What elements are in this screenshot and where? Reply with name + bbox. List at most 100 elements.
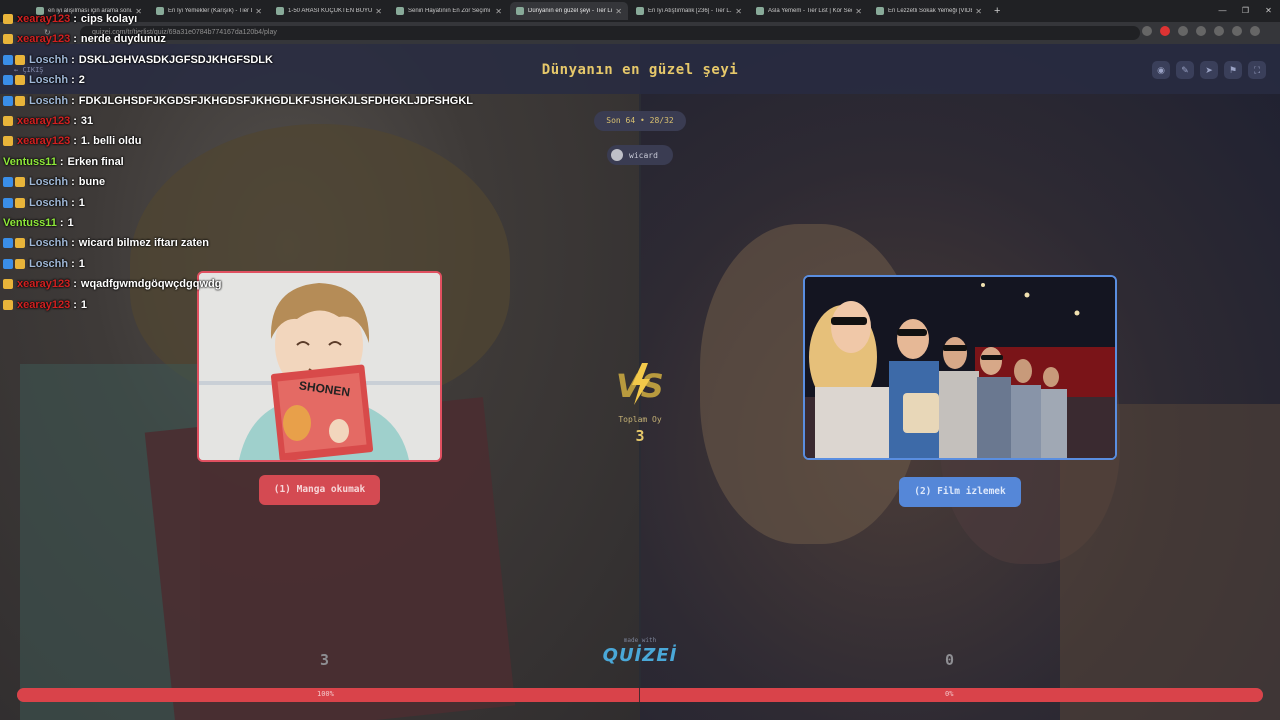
browser-tab[interactable]: En Lezzetli Sokak Yemeği [VİDEO]...✕	[870, 2, 988, 20]
close-tab-icon[interactable]: ✕	[855, 7, 862, 16]
menu-icon[interactable]	[1250, 26, 1260, 36]
chat-username[interactable]: xearay123	[17, 278, 70, 290]
chat-username[interactable]: Loschh	[29, 237, 68, 249]
chat-badges	[3, 299, 13, 310]
chat-username[interactable]: xearay123	[17, 135, 70, 147]
crown-badge-icon	[15, 54, 25, 65]
chat-username[interactable]: Loschh	[29, 258, 68, 270]
made-with-label: made with	[623, 637, 657, 644]
chat-username[interactable]: Loschh	[29, 95, 68, 107]
crown-badge-icon	[15, 197, 25, 208]
chat-username[interactable]: xearay123	[17, 299, 70, 311]
close-tab-icon[interactable]: ✕	[735, 7, 742, 16]
chat-text: 1	[80, 298, 88, 311]
favicon-icon	[756, 7, 764, 15]
chat-badges	[3, 197, 25, 208]
vote-progress-fill	[17, 688, 1263, 702]
chat-message: xearay123: wqadfgwmdgöqwçdgqwdg	[3, 275, 221, 293]
send-icon[interactable]: ➤	[1200, 61, 1218, 79]
prime-badge-icon	[3, 258, 13, 269]
right-percent: 0%	[945, 690, 954, 698]
chat-text: cips kolayı	[80, 13, 138, 25]
right-vote-count: 0	[945, 651, 955, 669]
chat-text: 1	[78, 196, 85, 209]
crown-badge-icon	[3, 279, 13, 290]
chat-text: Erken final	[67, 155, 124, 168]
close-tab-icon[interactable]: ✕	[615, 7, 622, 16]
edit-icon[interactable]: ✎	[1176, 61, 1194, 79]
round-indicator: Son 64 • 28/32	[594, 111, 686, 131]
chat-text: nerde duydunuz	[80, 33, 166, 46]
chat-username[interactable]: Loschh	[29, 74, 68, 86]
chat-message: Loschh: wicard bilmez iftarı zaten	[3, 234, 209, 252]
window-controls: — ❐ ✕	[1211, 0, 1280, 22]
chat-message: Loschh: bune	[3, 173, 105, 191]
avatar	[611, 149, 623, 161]
extension-icon[interactable]	[1178, 26, 1188, 36]
left-vote-count: 3	[320, 651, 330, 669]
header-actions: ◉ ✎ ➤ ⚑ ⛶	[1152, 61, 1266, 79]
chat-message: xearay123:1. belli oldu	[3, 132, 141, 150]
prime-badge-icon	[3, 177, 13, 188]
vote-progress-bar: 100% 0%	[17, 688, 1263, 702]
fullscreen-icon[interactable]: ⛶	[1248, 61, 1266, 79]
chat-text: 1	[78, 257, 85, 270]
translate-icon[interactable]	[1214, 26, 1224, 36]
browser-tab[interactable]: Asla Yemem - Tier List | Kör Seç... ✕	[750, 2, 868, 20]
author-badge[interactable]: wicard	[607, 145, 673, 165]
chat-text: 1	[67, 217, 74, 229]
progress-midpoint	[639, 688, 640, 702]
chat-text: 1. belli oldu	[80, 135, 142, 148]
record-icon[interactable]	[1160, 26, 1170, 36]
chat-message: Loschh:2	[3, 71, 85, 89]
option-card-right[interactable]	[803, 275, 1117, 460]
chat-badges	[3, 238, 25, 249]
close-tab-icon[interactable]: ✕	[975, 7, 982, 16]
eye-icon[interactable]: ◉	[1152, 61, 1170, 79]
crown-badge-icon	[15, 95, 25, 106]
crown-badge-icon	[3, 116, 13, 126]
favicon-icon	[636, 7, 644, 15]
close-tab-icon[interactable]: ✕	[495, 7, 502, 16]
chat-message: Ventuss11: Erken final	[3, 155, 124, 168]
left-percent: 100%	[317, 690, 334, 698]
extensions-puzzle-icon[interactable]	[1196, 26, 1206, 36]
chat-badges	[3, 95, 25, 106]
movie-watching-image	[805, 277, 1115, 458]
chat-text: 31	[80, 115, 94, 127]
chat-badges	[3, 116, 13, 126]
profile-avatar[interactable]	[1232, 26, 1242, 36]
chat-username[interactable]: Loschh	[29, 54, 68, 66]
bookmark-icon[interactable]	[1142, 26, 1152, 36]
chat-badges	[3, 258, 25, 269]
chat-username[interactable]: xearay123	[17, 33, 70, 45]
chat-username[interactable]: Ventuss11	[3, 217, 57, 229]
chat-text: 2	[78, 74, 85, 87]
chat-username[interactable]: xearay123	[17, 115, 70, 127]
flag-icon[interactable]: ⚑	[1224, 61, 1242, 79]
chat-text: FDKJLGHSDFJKGDSFJKHGDSFJKHGDLKFJSHGKJLSF…	[78, 94, 473, 107]
chat-message: Loschh: DSKLJGHVASDKJGFSDJKHGFSDLK	[3, 51, 273, 69]
browser-tab-active[interactable]: Dünyanın en güzel şeyi - Tier List...✕	[510, 2, 628, 20]
chat-text: wqadfgwmdgöqwçdgqwdg	[80, 278, 222, 291]
brand-logo[interactable]: QUİZEİ	[600, 645, 680, 666]
chat-badges	[3, 14, 13, 24]
crown-badge-icon	[3, 14, 13, 24]
minimize-icon[interactable]: —	[1211, 0, 1234, 22]
prime-badge-icon	[3, 238, 13, 249]
chat-username[interactable]: xearay123	[17, 13, 70, 25]
chat-username[interactable]: Loschh	[29, 197, 68, 209]
maximize-icon[interactable]: ❐	[1234, 0, 1257, 22]
prime-badge-icon	[3, 54, 13, 65]
chat-message: xearay123: nerde duydunuz	[3, 30, 166, 48]
chat-username[interactable]: Ventuss11	[3, 156, 57, 168]
new-tab-button[interactable]: +	[994, 5, 1000, 17]
close-window-icon[interactable]: ✕	[1257, 0, 1280, 22]
browser-tab[interactable]: En İyi Atıştırmalık [236] - Tier L... ✕	[630, 2, 748, 20]
chat-message: xearay123:31	[3, 112, 93, 130]
chat-username[interactable]: Loschh	[29, 176, 68, 188]
chat-message: Loschh: FDKJLGHSDFJKGDSFJKHGDSFJKHGDLKFJS…	[3, 92, 473, 110]
vote-option-1-button[interactable]: (1) Manga okumak	[259, 475, 380, 505]
vote-option-2-button[interactable]: (2) Film izlemek	[899, 477, 1021, 507]
stream-chat-overlay: xearay123: cips kolayı xearay123: nerde duy…	[0, 0, 473, 320]
